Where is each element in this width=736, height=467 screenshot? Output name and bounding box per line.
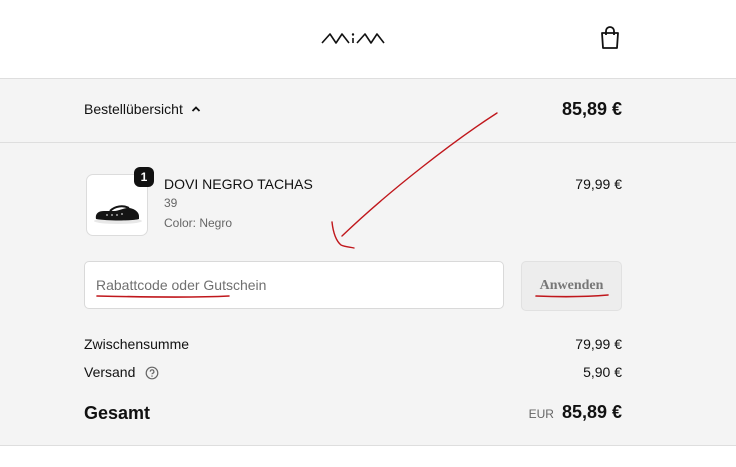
apply-discount-button[interactable]: Anwenden <box>521 261 622 311</box>
shopping-bag-icon[interactable] <box>598 25 622 51</box>
order-summary-toggle[interactable]: Bestellübersicht <box>84 101 201 117</box>
shipping-row: Versand <box>84 364 159 380</box>
subtotal-label: Zwischensumme <box>84 336 190 352</box>
product-name: DOVI NEGRO TACHAS <box>164 176 313 192</box>
quantity-badge: 1 <box>134 167 154 187</box>
discount-code-input[interactable] <box>84 261 504 309</box>
grand-total-value: 85,89 € <box>561 402 622 422</box>
brand-logo[interactable] <box>321 30 385 46</box>
order-summary-panel: 1 DOVI NEGRO TACHAS 39 Color: Negro 79,9… <box>0 143 736 446</box>
order-summary-bar: Bestellübersicht 85,89 € <box>0 79 736 143</box>
product-size: 39 <box>164 196 178 210</box>
shipping-label: Versand <box>84 364 136 380</box>
currency-code: EUR <box>528 407 554 421</box>
product-color: Color: Negro <box>164 216 233 230</box>
shipping-value: 5,90 € <box>583 364 622 380</box>
question-circle-icon[interactable] <box>145 366 159 380</box>
subtotal-value: 79,99 € <box>575 336 622 352</box>
site-header <box>0 0 736 79</box>
order-summary-label: Bestellübersicht <box>84 101 183 117</box>
grand-total: EUR 85,89 € <box>529 402 622 423</box>
chevron-up-icon <box>191 106 200 112</box>
grand-total-label: Gesamt <box>84 403 151 423</box>
summary-total: 85,89 € <box>561 99 622 119</box>
product-price: 79,99 € <box>575 176 622 192</box>
